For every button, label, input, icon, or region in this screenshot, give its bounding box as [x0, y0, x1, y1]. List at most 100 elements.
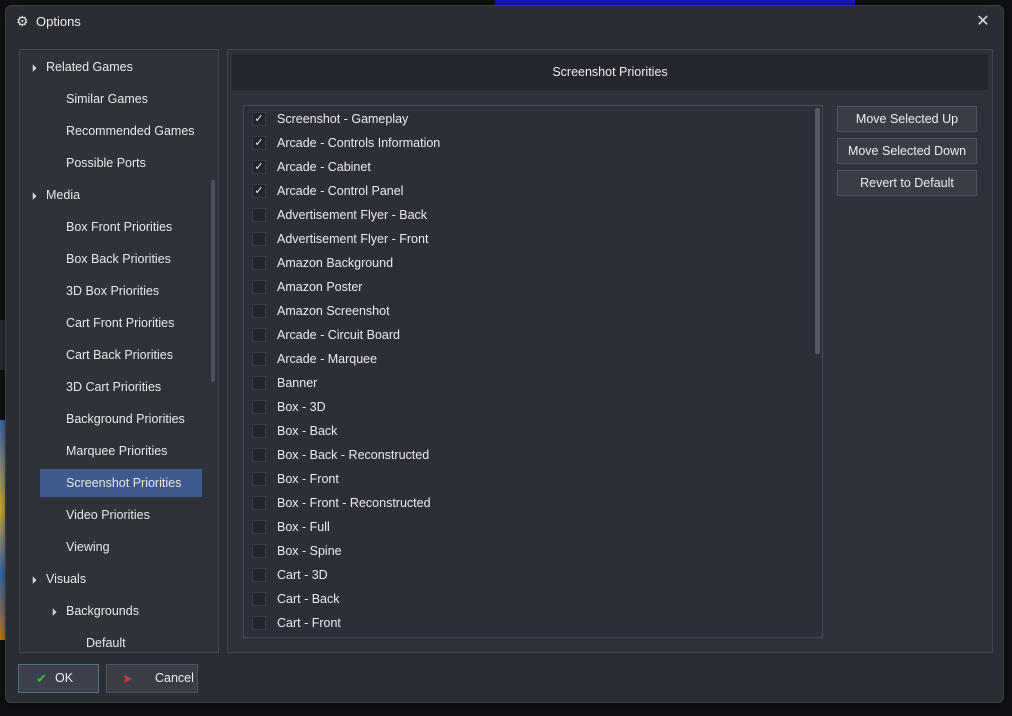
- unchecked-checkbox[interactable]: [252, 544, 266, 558]
- list-item-label: Arcade - Cabinet: [277, 160, 371, 174]
- expand-caret-icon[interactable]: ◢: [42, 598, 69, 625]
- tree-item[interactable]: Cart Front Priorities: [40, 309, 202, 337]
- list-item[interactable]: Box - Front: [244, 467, 804, 491]
- tree-item[interactable]: ◢ Visuals: [20, 565, 210, 593]
- unchecked-checkbox[interactable]: [252, 472, 266, 486]
- tree-item-label: Background Priorities: [66, 412, 185, 426]
- list-item-label: Box - Back: [277, 424, 338, 438]
- unchecked-checkbox[interactable]: [252, 352, 266, 366]
- tree-item[interactable]: Cart Back Priorities: [40, 341, 202, 369]
- tree-item-label: 3D Cart Priorities: [66, 380, 162, 394]
- list-item[interactable]: Box - Front - Reconstructed: [244, 491, 804, 515]
- priority-list: ✓ Screenshot - Gameplay ✓ Arcade - Controls…: [243, 105, 823, 638]
- tree-item[interactable]: 3D Box Priorities: [40, 277, 202, 305]
- list-item-label: Arcade - Marquee: [277, 352, 378, 366]
- unchecked-checkbox[interactable]: [252, 256, 266, 270]
- checked-checkbox[interactable]: ✓: [252, 136, 266, 150]
- tree-item[interactable]: Default: [20, 629, 210, 652]
- unchecked-checkbox[interactable]: [252, 496, 266, 510]
- revert-to-default-button[interactable]: Revert to Default: [837, 170, 977, 196]
- unchecked-checkbox[interactable]: [252, 568, 266, 582]
- cancel-label: Cancel: [155, 671, 194, 685]
- list-item[interactable]: Cart - Front: [244, 611, 804, 635]
- unchecked-checkbox[interactable]: [252, 520, 266, 534]
- tree-item[interactable]: Box Back Priorities: [40, 245, 202, 273]
- ok-button[interactable]: ✔ OK: [18, 664, 99, 693]
- unchecked-checkbox[interactable]: [252, 280, 266, 294]
- unchecked-checkbox[interactable]: [252, 592, 266, 606]
- move-selected-down-button[interactable]: Move Selected Down: [837, 138, 977, 164]
- list-item-label: Screenshot - Gameplay: [277, 112, 409, 126]
- list-item[interactable]: ✓ Screenshot - Gameplay: [244, 107, 804, 131]
- tree-item[interactable]: ◢ Media: [20, 181, 210, 209]
- list-item[interactable]: ✓ Arcade - Controls Information: [244, 131, 804, 155]
- list-item-label: Box - Spine: [277, 544, 342, 558]
- tree-item[interactable]: Box Front Priorities: [40, 213, 202, 241]
- list-item-label: Amazon Poster: [277, 280, 363, 294]
- list-item[interactable]: Cart - Back: [244, 587, 804, 611]
- tree-scrollbar[interactable]: [211, 180, 215, 382]
- list-item[interactable]: Box - Spine: [244, 539, 804, 563]
- expand-caret-icon[interactable]: ◢: [22, 182, 49, 209]
- unchecked-checkbox[interactable]: [252, 232, 266, 246]
- tree-item[interactable]: Video Priorities: [40, 501, 202, 529]
- tree-item-label: Cart Front Priorities: [66, 316, 175, 330]
- list-item-label: Box - 3D: [277, 400, 326, 414]
- tree-item[interactable]: Recommended Games: [40, 117, 202, 145]
- list-item-label: Arcade - Circuit Board: [277, 328, 400, 342]
- tree-item-label: Recommended Games: [66, 124, 195, 138]
- tree-item[interactable]: Viewing: [40, 533, 202, 561]
- list-item[interactable]: ✓ Arcade - Control Panel: [244, 179, 804, 203]
- list-item[interactable]: Amazon Poster: [244, 275, 804, 299]
- unchecked-checkbox[interactable]: [252, 208, 266, 222]
- tree-item-label: Default: [86, 636, 126, 650]
- list-item-label: Box - Front: [277, 472, 339, 486]
- list-item[interactable]: ✓ Arcade - Cabinet: [244, 155, 804, 179]
- list-item[interactable]: Box - Back - Reconstructed: [244, 443, 804, 467]
- unchecked-checkbox[interactable]: [252, 616, 266, 630]
- checked-checkbox[interactable]: ✓: [252, 112, 266, 126]
- title-bar: ⚙ Options ✕: [6, 6, 1003, 38]
- tree-item[interactable]: Possible Ports: [40, 149, 202, 177]
- checked-checkbox[interactable]: ✓: [252, 184, 266, 198]
- list-item-label: Cart - Front: [277, 616, 341, 630]
- list-item[interactable]: Arcade - Marquee: [244, 347, 804, 371]
- list-item[interactable]: Amazon Screenshot: [244, 299, 804, 323]
- tree-item[interactable]: Screenshot Priorities: [40, 469, 202, 497]
- tree-item[interactable]: 3D Cart Priorities: [40, 373, 202, 401]
- tree-item-label: Video Priorities: [66, 508, 150, 522]
- ok-label: OK: [55, 671, 74, 685]
- unchecked-checkbox[interactable]: [252, 304, 266, 318]
- options-dialog: ⚙ Options ✕ ◢ Related Games Similar Games R…: [5, 5, 1004, 703]
- cancel-button[interactable]: ➤ Cancel: [106, 664, 198, 693]
- list-item[interactable]: Box - Back: [244, 419, 804, 443]
- list-item[interactable]: Arcade - Circuit Board: [244, 323, 804, 347]
- list-item[interactable]: Box - Full: [244, 515, 804, 539]
- list-item[interactable]: Amazon Background: [244, 251, 804, 275]
- unchecked-checkbox[interactable]: [252, 400, 266, 414]
- unchecked-checkbox[interactable]: [252, 376, 266, 390]
- unchecked-checkbox[interactable]: [252, 424, 266, 438]
- tree-item[interactable]: Similar Games: [40, 85, 202, 113]
- tree-item[interactable]: ◢ Backgrounds: [20, 597, 210, 625]
- unchecked-checkbox[interactable]: [252, 328, 266, 342]
- list-item[interactable]: Cart - 3D: [244, 563, 804, 587]
- close-icon[interactable]: ✕: [973, 12, 993, 32]
- list-item-label: Advertisement Flyer - Front: [277, 232, 429, 246]
- tree-item-label: 3D Box Priorities: [66, 284, 160, 298]
- list-item[interactable]: Banner: [244, 371, 804, 395]
- tree-item-label: Box Back Priorities: [66, 252, 171, 266]
- list-item[interactable]: Advertisement Flyer - Front: [244, 227, 804, 251]
- expand-caret-icon[interactable]: ◢: [22, 54, 49, 81]
- list-item[interactable]: Advertisement Flyer - Back: [244, 203, 804, 227]
- checked-checkbox[interactable]: ✓: [252, 160, 266, 174]
- content-panel: Screenshot Priorities ✓ Screenshot - Game…: [227, 49, 993, 653]
- expand-caret-icon[interactable]: ◢: [22, 566, 49, 593]
- list-item[interactable]: Box - 3D: [244, 395, 804, 419]
- unchecked-checkbox[interactable]: [252, 448, 266, 462]
- move-selected-up-button[interactable]: Move Selected Up: [837, 106, 977, 132]
- tree-item[interactable]: ◢ Related Games: [20, 53, 210, 81]
- tree-item[interactable]: Background Priorities: [40, 405, 202, 433]
- list-scrollbar[interactable]: [815, 108, 820, 354]
- tree-item[interactable]: Marquee Priorities: [40, 437, 202, 465]
